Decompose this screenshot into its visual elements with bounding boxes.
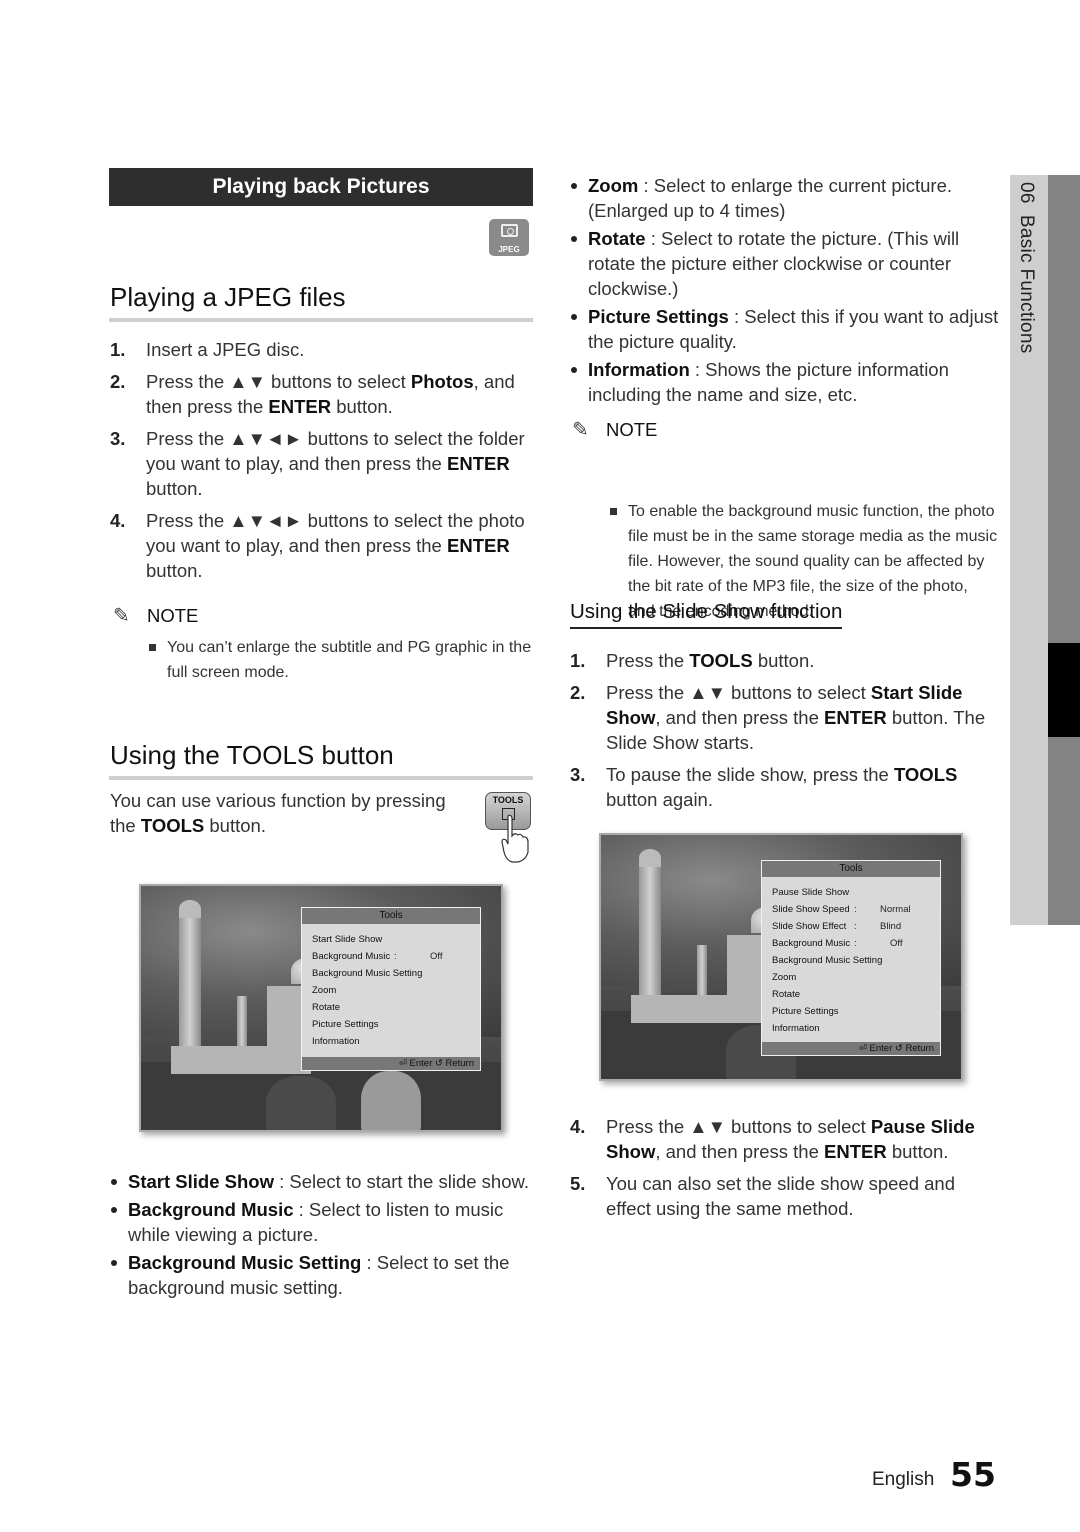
jpeg-steps: 1. Insert a JPEG disc. 2. Press the ▲▼ butt…: [110, 337, 540, 590]
note-text-left: You can’t enlarge the subtitle and PG gr…: [147, 635, 532, 685]
step-number: 1.: [570, 650, 586, 671]
step-number: 1.: [110, 339, 126, 360]
step-item: 1. Press the TOOLS button.: [570, 650, 815, 671]
bullet-dot-icon: [571, 367, 577, 373]
chapter-tab-marker: [1048, 643, 1080, 737]
step-number: 3.: [570, 764, 586, 785]
osd-menu-item[interactable]: Information: [312, 1036, 360, 1047]
bullet-item: Zoom : Select to enlarge the current pic…: [570, 173, 1000, 223]
step-item: 2. Press the ▲▼ buttons to select Photos,…: [110, 371, 515, 417]
tools-bullets-left: Start Slide Show : Select to start the s…: [110, 1169, 540, 1303]
step-number: 3.: [110, 428, 126, 449]
slideshow-steps-a: 1. Press the TOOLS button. 2. Press the ▲▼ …: [570, 648, 990, 819]
step-item: 3. To pause the slide show, press the TOO…: [570, 764, 958, 810]
heading-rule: [109, 776, 533, 780]
tools-button-label: TOOLS: [492, 795, 524, 805]
slideshow-steps-b: 4. Press the ▲▼ buttons to select Pause S…: [570, 1114, 990, 1228]
bullet-dot-icon: [111, 1207, 117, 1213]
bullet-item: Background Music Setting : Select to set…: [110, 1250, 540, 1300]
tools-intro: You can use various function by pressing…: [110, 790, 446, 836]
chapter-number: 06: [1016, 182, 1037, 204]
step-number: 4.: [570, 1116, 586, 1137]
tools-osd-menu: Tools Start Slide Show Background Music: Of…: [301, 907, 481, 1071]
osd-menu-item[interactable]: Pause Slide Show: [772, 887, 849, 898]
pointing-hand-icon: [501, 814, 529, 863]
osd-menu-item[interactable]: Zoom: [312, 985, 336, 996]
osd-menu-value: Off: [430, 951, 443, 962]
osd-menu-item[interactable]: Background Music: [312, 951, 390, 962]
bullet-dot-icon: [111, 1260, 117, 1266]
bullet-item: Picture Settings : Select this if you wa…: [570, 304, 1000, 354]
osd-menu-item[interactable]: Picture Settings: [772, 1006, 839, 1017]
osd-menu-item[interactable]: Information: [772, 1023, 820, 1034]
heading-tools-button: Using the TOOLS button: [110, 740, 394, 770]
bullet-item: Information : Shows the picture informat…: [570, 357, 1000, 407]
step-number: 2.: [570, 682, 586, 703]
bullet-item: Rotate : Select to rotate the picture. (…: [570, 226, 1000, 301]
bullet-dot-icon: [571, 183, 577, 189]
heading-slide-show: Using the Slide Show function: [570, 600, 843, 629]
tv-screenshot-slideshow-menu: Tools Pause Slide Show Slide Show Speed: No…: [599, 833, 963, 1081]
step-number: 5.: [570, 1173, 586, 1194]
tools-bullets-right: Zoom : Select to enlarge the current pic…: [570, 173, 1000, 410]
step-number: 4.: [110, 510, 126, 531]
jpeg-badge-label: JPEG: [498, 245, 520, 254]
osd-menu-item[interactable]: Zoom: [772, 972, 796, 983]
step-item: 1. Insert a JPEG disc.: [110, 339, 305, 360]
step-item: 3. Press the ▲▼◄► buttons to select the f…: [110, 428, 525, 499]
chapter-tab-strip: [1048, 175, 1080, 925]
note-heading-left: ✎ NOTE: [113, 603, 198, 628]
osd-menu-item[interactable]: Rotate: [312, 1002, 340, 1013]
pencil-icon: ✎: [572, 419, 589, 441]
bullet-dot-icon: [571, 314, 577, 320]
note-label: NOTE: [606, 418, 658, 440]
osd-menu-item[interactable]: Picture Settings: [312, 1019, 379, 1030]
jpeg-badge: JPEG: [489, 219, 529, 256]
step-item: 4. Press the ▲▼◄► buttons to select the p…: [110, 510, 525, 581]
camera-icon: [501, 224, 518, 237]
step-number: 2.: [110, 371, 126, 392]
osd-footer: ⏎ Enter ↺ Return: [302, 1057, 480, 1070]
bullet-item: Background Music : Select to listen to m…: [110, 1197, 540, 1247]
osd-menu-item[interactable]: Rotate: [772, 989, 800, 1000]
note-heading-right: ✎ NOTE: [572, 417, 657, 442]
page-number: 55: [950, 1455, 996, 1494]
chapter-label: 06 Basic Functions: [1015, 182, 1037, 354]
pencil-icon: ✎: [113, 605, 130, 627]
square-bullet-icon: [149, 644, 156, 651]
section-banner: Playing back Pictures: [109, 168, 533, 206]
step-item: 5. You can also set the slide show speed …: [570, 1173, 956, 1219]
osd-title: Tools: [302, 908, 480, 924]
bullet-dot-icon: [111, 1179, 117, 1185]
osd-menu-item[interactable]: Background Music Setting: [312, 968, 422, 979]
osd-menu-value: Normal: [880, 904, 911, 915]
footer-language: English: [872, 1469, 935, 1490]
bullet-dot-icon: [571, 236, 577, 242]
chapter-title: Basic Functions: [1016, 214, 1037, 354]
square-bullet-icon: [610, 508, 617, 515]
bullet-item: Start Slide Show : Select to start the s…: [110, 1169, 540, 1194]
osd-menu-item[interactable]: Slide Show Speed: [772, 904, 850, 915]
note-label: NOTE: [147, 604, 199, 626]
osd-menu-item[interactable]: Background Music: [772, 938, 850, 949]
heading-playing-jpeg: Playing a JPEG files: [110, 282, 346, 312]
heading-rule: [109, 318, 533, 322]
step-item: 2. Press the ▲▼ buttons to select Start S…: [570, 682, 986, 753]
osd-footer: ⏎ Enter ↺ Return: [762, 1042, 940, 1055]
tv-screenshot-tools-menu: Tools Start Slide Show Background Music: Of…: [139, 884, 503, 1132]
slideshow-osd-menu: Tools Pause Slide Show Slide Show Speed: No…: [761, 860, 941, 1056]
osd-menu-value: Off: [890, 938, 903, 949]
osd-menu-item[interactable]: Background Music Setting: [772, 955, 882, 966]
osd-title: Tools: [762, 861, 940, 877]
osd-menu-item[interactable]: Start Slide Show: [312, 934, 382, 945]
osd-menu-value: Blind: [880, 921, 902, 932]
osd-menu-item[interactable]: Slide Show Effect: [772, 921, 846, 932]
step-item: 4. Press the ▲▼ buttons to select Pause S…: [570, 1116, 975, 1162]
